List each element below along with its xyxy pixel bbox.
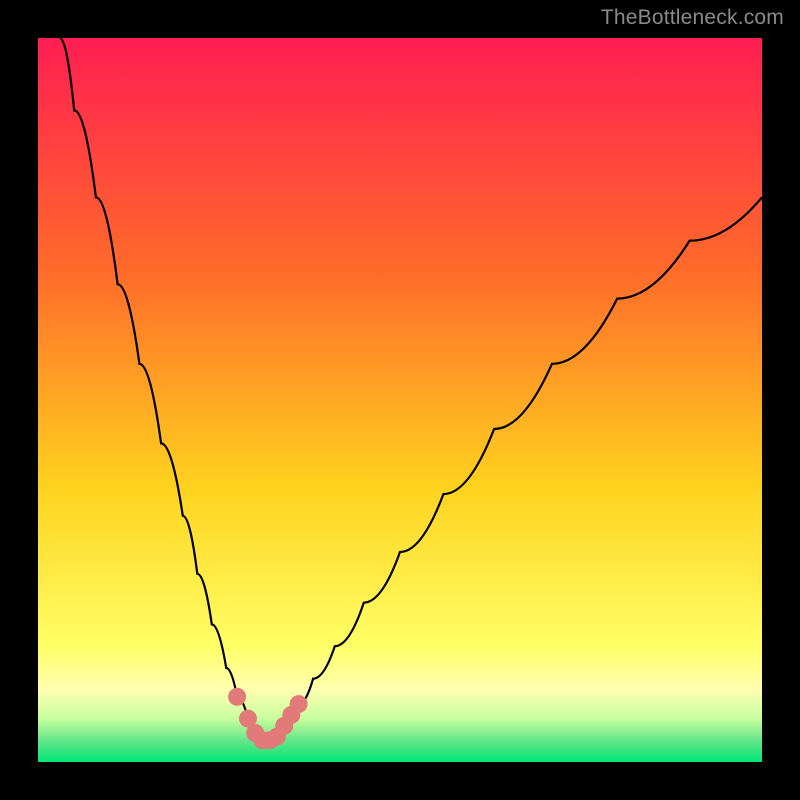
bottleneck-curve [60, 38, 762, 740]
curve-layer [38, 38, 762, 762]
chart-frame: TheBottleneck.com [0, 0, 800, 800]
marker-point [228, 688, 246, 706]
highlight-markers [228, 688, 308, 750]
plot-area [38, 38, 762, 762]
marker-point [290, 695, 308, 713]
watermark-text: TheBottleneck.com [601, 6, 784, 30]
